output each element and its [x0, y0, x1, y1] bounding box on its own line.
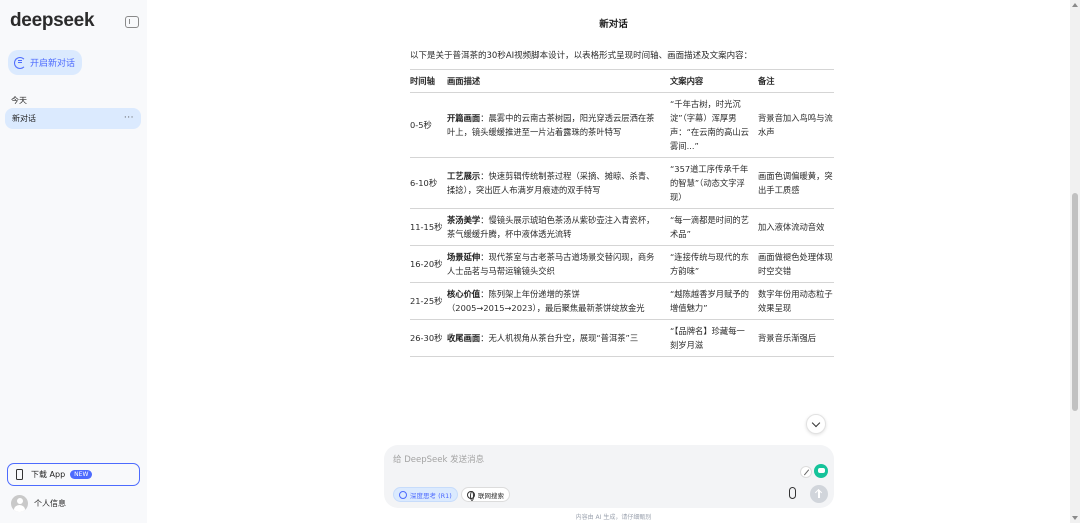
deep-think-toggle[interactable]: 深度思考 (R1): [393, 487, 458, 502]
cell-copy: “越陈越香岁月赋予的增值魅力”: [670, 282, 758, 320]
cell-note: 背景音乐渐强后: [758, 319, 834, 357]
message-intro: 以下是关于普洱茶的30秒AI视频脚本设计，以表格形式呈现时间轴、画面描述及文案内…: [410, 51, 753, 61]
header-copy: 文案内容: [670, 69, 758, 93]
history-item-new-chat[interactable]: 新对话 ···: [5, 108, 141, 129]
table-row: 0-5秒 开篇画面：晨雾中的云南古茶树园，阳光穿透云层洒在茶叶上，镜头缓缓推进至…: [410, 92, 834, 158]
message-input[interactable]: 给 DeepSeek 发送消息: [393, 453, 484, 465]
visual-title: 工艺展示: [447, 171, 481, 181]
new-chat-icon: [14, 57, 26, 69]
globe-icon: [467, 490, 475, 501]
visual-text: ：无人机视角从茶台升空，展现“普洱茶”三: [480, 333, 639, 343]
new-chat-label: 开启新对话: [30, 59, 76, 69]
cell-note: 画面做褪色处理体现时空交错: [758, 245, 834, 283]
table-row: 16-20秒 场景延伸：现代茶室与古老茶马古道场景交替闪现，商务人士品茗与马帮运…: [410, 245, 834, 283]
cell-copy: “【品牌名】珍藏每一刻岁月滋: [670, 319, 758, 357]
cell-time: 6-10秒: [410, 157, 447, 209]
header-note: 备注: [758, 69, 834, 93]
phone-icon: [16, 469, 23, 480]
cell-note: 加入液体流动音效: [758, 208, 834, 246]
visual-title: 茶汤美学: [447, 215, 481, 225]
scroll-down-arrow-icon[interactable]: [1072, 516, 1078, 520]
cell-visual: 茶汤美学：慢镜头展示琥珀色茶汤从紫砂壶注入青瓷杯，茶气缓缓升腾，杯中液体透光流转: [447, 208, 670, 246]
cell-time: 26-30秒: [410, 319, 447, 357]
scroll-to-bottom-button[interactable]: [806, 414, 826, 434]
chat-main: 新对话 以下是关于普洱茶的30秒AI视频脚本设计，以表格形式呈现时间轴、画面描述…: [147, 0, 1080, 523]
cell-time: 21-25秒: [410, 282, 447, 320]
web-search-label: 联网搜索: [478, 491, 504, 500]
message-composer: 给 DeepSeek 发送消息 深度思考 (R1) 联网搜索: [384, 445, 834, 508]
cell-time: 16-20秒: [410, 245, 447, 283]
cell-visual: 场景延伸：现代茶室与古老茶马古道场景交替闪现，商务人士品茗与马帮运输镜头交织: [447, 245, 670, 283]
cell-copy: “千年古树，时光沉淀”（字幕）浑厚男声：“在云南的高山云雾间...”: [670, 92, 758, 158]
cell-copy: “每一滴都是时间的艺术品”: [670, 208, 758, 246]
header-visual: 画面描述: [447, 69, 670, 93]
collapse-sidebar-icon[interactable]: [125, 16, 139, 28]
cell-copy: “连接传统与现代的东方韵味”: [670, 245, 758, 283]
edit-icon[interactable]: [800, 466, 812, 478]
download-app-button[interactable]: 下载 App NEW: [7, 463, 140, 486]
send-button[interactable]: [810, 485, 828, 503]
table-row: 11-15秒 茶汤美学：慢镜头展示琥珀色茶汤从紫砂壶注入青瓷杯，茶气缓缓升腾，杯…: [410, 208, 834, 246]
history-section-today: 今天: [11, 96, 27, 105]
visual-title: 收尾画面: [447, 333, 481, 343]
scroll-up-arrow-icon[interactable]: [1072, 3, 1078, 7]
cell-copy: “357道工序传承千年的智慧”（动态文字浮现）: [670, 157, 758, 209]
cell-time: 11-15秒: [410, 208, 447, 246]
profile-label: 个人信息: [34, 499, 66, 508]
deepseek-logo: deepseek: [10, 10, 95, 31]
table-row: 26-30秒 收尾画面：无人机视角从茶台升空，展现“普洱茶”三 “【品牌名】珍藏…: [410, 319, 834, 357]
table-row: 6-10秒 工艺展示：快速剪辑传统制茶过程（采摘、摊晾、杀青、揉捻），突出匠人布…: [410, 157, 834, 209]
ai-disclaimer: 内容由 AI 生成，请仔细甄别: [575, 514, 652, 521]
deep-think-label: 深度思考 (R1): [410, 491, 452, 500]
attach-file-icon[interactable]: [789, 487, 796, 499]
table-header-row: 时间轴 画面描述 文案内容 备注: [410, 69, 834, 93]
cell-visual: 工艺展示：快速剪辑传统制茶过程（采摘、摊晾、杀青、揉捻），突出匠人布满岁月痕迹的…: [447, 157, 670, 209]
grammarly-icon[interactable]: [814, 464, 828, 478]
visual-title: 场景延伸: [447, 252, 481, 262]
web-search-toggle[interactable]: 联网搜索: [461, 487, 510, 502]
atom-icon: [399, 490, 407, 499]
script-table: 时间轴 画面描述 文案内容 备注 0-5秒 开篇画面：晨雾中的云南古茶树园，阳光…: [410, 69, 834, 357]
new-chat-button[interactable]: 开启新对话: [8, 50, 82, 75]
cell-note: 背景音加入鸟鸣与流水声: [758, 92, 834, 158]
download-app-label: 下载 App: [31, 470, 66, 479]
sidebar: deepseek 开启新对话 今天 新对话 ··· 下载 App NEW 个人信…: [0, 0, 147, 523]
table-row: 21-25秒 核心价值：陈列架上年份递增的茶饼（2005→2015→2023），…: [410, 282, 834, 320]
new-badge: NEW: [70, 470, 93, 479]
visual-title: 开篇画面: [447, 113, 481, 123]
page-scrollbar[interactable]: [1070, 0, 1080, 523]
cell-note: 数字年份用动态粒子效果呈现: [758, 282, 834, 320]
avatar-icon: [11, 495, 28, 512]
cell-note: 画面色调偏暖黄，突出手工质感: [758, 157, 834, 209]
visual-title: 核心价值: [447, 289, 481, 299]
app-window: deepseek 开启新对话 今天 新对话 ··· 下载 App NEW 个人信…: [0, 0, 1080, 523]
scrollbar-thumb[interactable]: [1072, 193, 1078, 411]
cell-visual: 开篇画面：晨雾中的云南古茶树园，阳光穿透云层洒在茶叶上，镜头缓缓推进至一片沾着露…: [447, 92, 670, 158]
chat-title: 新对话: [599, 19, 628, 30]
history-item-label: 新对话: [12, 114, 36, 123]
cell-visual: 收尾画面：无人机视角从茶台升空，展现“普洱茶”三: [447, 319, 670, 357]
cell-visual: 核心价值：陈列架上年份递增的茶饼（2005→2015→2023），最后聚焦最新茶…: [447, 282, 670, 320]
more-options-icon[interactable]: ···: [124, 114, 134, 123]
cell-time: 0-5秒: [410, 92, 447, 158]
script-table-container: 时间轴 画面描述 文案内容 备注 0-5秒 开篇画面：晨雾中的云南古茶树园，阳光…: [410, 69, 834, 445]
header-time: 时间轴: [410, 69, 447, 93]
profile-button[interactable]: 个人信息: [11, 495, 66, 512]
